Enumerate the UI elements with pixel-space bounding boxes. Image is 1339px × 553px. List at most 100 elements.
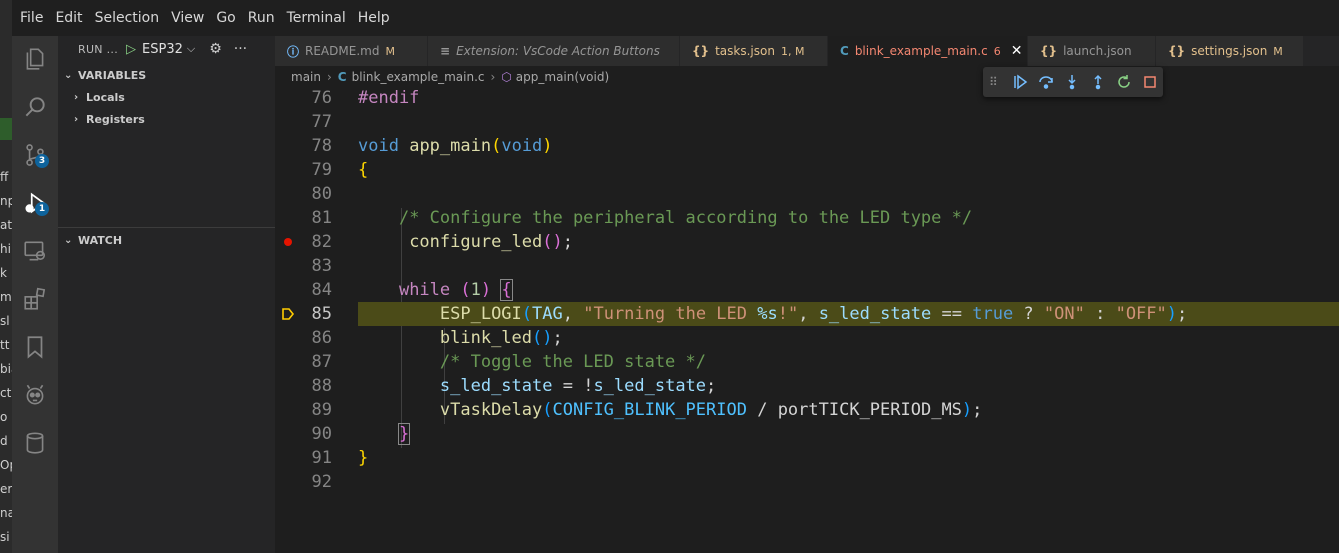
background-text: o (0, 410, 8, 424)
background-text: bia (0, 362, 12, 376)
menu-go[interactable]: Go (212, 10, 239, 26)
search-icon[interactable] (12, 84, 58, 130)
chevron-right-icon: › (74, 91, 79, 103)
tab-label: blink_example_main.c (854, 44, 988, 58)
code-line: 90 } (275, 422, 1339, 446)
breadcrumb-folder[interactable]: main (291, 70, 321, 84)
c-icon: C (337, 70, 347, 84)
tab-launch-json[interactable]: {} launch.json (1028, 36, 1156, 66)
platformio-icon[interactable] (12, 372, 58, 418)
continue-icon[interactable] (1007, 69, 1033, 95)
tree-item-locals[interactable]: › Locals (58, 86, 275, 108)
tree-item-registers[interactable]: › Registers (58, 108, 275, 130)
line-number: 77 (311, 112, 332, 132)
database-icon[interactable] (12, 420, 58, 466)
editor-tabs: ⓘ README.md M ≡ Extension: VsCode Action… (275, 36, 1339, 66)
chevron-down-icon: ⌄ (64, 69, 73, 81)
section-divider (58, 227, 275, 228)
gear-icon[interactable]: ⚙ (209, 41, 222, 57)
start-debugging-icon[interactable]: ▷ (126, 42, 136, 57)
tree-item-label: Locals (86, 90, 125, 104)
chevron-down-icon: ⌄ (64, 234, 73, 246)
run-label: RUN ... (78, 42, 119, 56)
line-number: 80 (311, 184, 332, 204)
tab-label: launch.json (1063, 44, 1132, 58)
tab-label: settings.json (1191, 44, 1268, 58)
step-over-icon[interactable] (1033, 69, 1059, 95)
code-text: /* Toggle the LED state */ (439, 352, 706, 372)
chevron-right-icon: › (326, 70, 332, 84)
code-text: /* Configure the peripheral according to… (398, 208, 973, 228)
json-icon: {} (1040, 44, 1058, 58)
tab-readme[interactable]: ⓘ README.md M (275, 36, 428, 66)
run-debug-icon[interactable]: 1 (12, 180, 58, 226)
code-line: 81 /* Configure the peripheral according… (275, 206, 1339, 230)
tab-extension[interactable]: ≡ Extension: VsCode Action Buttons (428, 36, 680, 66)
breadcrumb: main › C blink_example_main.c › ⬡ app_ma… (275, 66, 1339, 88)
tab-modified-badge: M (1273, 44, 1283, 58)
code-text: blink_led(); (439, 328, 563, 348)
line-number: 76 (311, 88, 332, 108)
tab-modified-badge: 1, M (780, 44, 805, 58)
tab-tasks-json[interactable]: {} tasks.json 1, M (680, 36, 828, 66)
menu-file[interactable]: File (16, 10, 47, 26)
line-number: 85 (311, 304, 332, 324)
chevron-down-icon[interactable]: ⌵ (187, 42, 195, 56)
breadcrumb-file[interactable]: blink_example_main.c (352, 70, 485, 84)
chevron-right-icon: › (74, 113, 79, 125)
breadcrumb-symbol[interactable]: app_main(void) (516, 70, 609, 84)
tab-settings-json[interactable]: {} settings.json M (1156, 36, 1304, 66)
watch-section-header[interactable]: ⌄ WATCH (58, 229, 275, 251)
launch-config-select[interactable]: ESP32 (142, 42, 183, 57)
code-editor[interactable]: 76 #endif 77 78 void app_main(void) 79 {… (275, 88, 1339, 553)
variables-section-header[interactable]: ⌄ VARIABLES (58, 64, 275, 86)
code-line-current: 85 ESP_LOGI(TAG, "Turning the LED %s!", … (275, 302, 1339, 326)
background-green-block (0, 118, 12, 140)
line-number: 82 (311, 232, 332, 252)
step-out-icon[interactable] (1085, 69, 1111, 95)
line-number: 90 (311, 424, 332, 444)
run-header: RUN ... ▷ ESP32 ⌵ ⚙ ··· (58, 36, 275, 62)
menu-run[interactable]: Run (244, 10, 279, 26)
code-text: } (358, 448, 369, 468)
line-number: 84 (311, 280, 332, 300)
stop-icon[interactable] (1137, 69, 1163, 95)
info-icon: ⓘ (287, 44, 300, 59)
menu-help[interactable]: Help (354, 10, 394, 26)
menu-view[interactable]: View (167, 10, 208, 26)
extensions-icon[interactable] (12, 276, 58, 322)
background-text: k (0, 266, 7, 280)
source-control-icon[interactable]: 3 (12, 132, 58, 178)
more-actions-icon[interactable]: ··· (234, 41, 247, 57)
background-text: d (0, 434, 8, 448)
menu-terminal[interactable]: Terminal (283, 10, 350, 26)
tab-label: Extension: VsCode Action Buttons (456, 44, 660, 58)
tab-blink-example-main[interactable]: C blink_example_main.c 6 ✕ (828, 36, 1028, 66)
step-into-icon[interactable] (1059, 69, 1085, 95)
tree-item-label: Registers (86, 112, 145, 126)
drag-handle-icon[interactable]: ⠿ (989, 75, 1007, 89)
background-window-strip: ff np at hi k m sl tt bia ct o d Op er n… (0, 0, 12, 553)
watch-title: WATCH (78, 233, 123, 247)
code-line: 92 (275, 470, 1339, 494)
code-text: ESP_LOGI(TAG, "Turning the LED %s!", s_l… (439, 304, 1188, 324)
background-text: m (0, 290, 12, 304)
chevron-right-icon: › (490, 70, 496, 84)
remote-explorer-icon[interactable] (12, 228, 58, 274)
menu-edit[interactable]: Edit (51, 10, 86, 26)
close-icon[interactable]: ✕ (1011, 43, 1023, 59)
code-text: vTaskDelay(CONFIG_BLINK_PERIOD / portTIC… (439, 400, 983, 420)
menu-selection[interactable]: Selection (91, 10, 164, 26)
code-text: { (358, 160, 369, 180)
run-debug-badge: 1 (35, 202, 49, 216)
restart-icon[interactable] (1111, 69, 1137, 95)
debug-toolbar: ⠿ (983, 67, 1163, 97)
background-text: na (0, 506, 12, 520)
explorer-icon[interactable] (12, 36, 58, 82)
line-number: 81 (311, 208, 332, 228)
tab-modified-badge: M (385, 44, 395, 58)
code-line: 78 void app_main(void) (275, 134, 1339, 158)
bookmarks-icon[interactable] (12, 324, 58, 370)
extension-icon: ≡ (440, 44, 451, 58)
code-line: 83 (275, 254, 1339, 278)
